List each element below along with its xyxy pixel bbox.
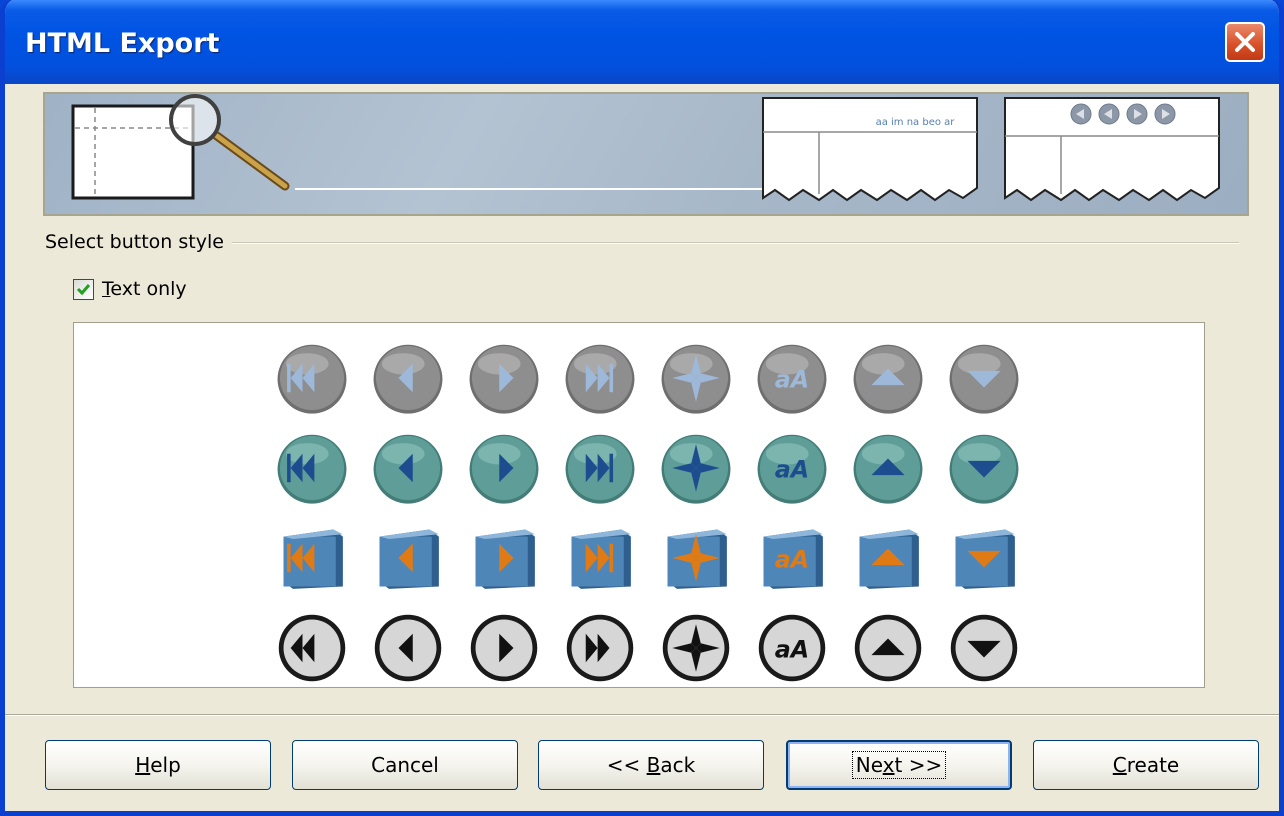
outline-round-navigator-style[interactable] [648, 603, 744, 693]
teal-round-up-style[interactable] [840, 423, 936, 513]
next-icon [469, 434, 539, 504]
blue-cube-down-style[interactable] [936, 513, 1032, 603]
first-icon [277, 344, 347, 414]
button-style-grid: aA aA aA aA [264, 333, 1032, 693]
teal-round-first-style[interactable] [264, 423, 360, 513]
text-size-icon: aA [757, 434, 827, 504]
previous-icon [374, 614, 442, 682]
up-icon [853, 434, 923, 504]
teal-round-navigator-style[interactable] [648, 423, 744, 513]
footer-separator [5, 714, 1279, 716]
gray-round-last-style[interactable] [552, 333, 648, 423]
teal-round-previous-style[interactable] [360, 423, 456, 513]
preview-page-button-nav [1004, 97, 1220, 202]
outline-round-first-style[interactable] [264, 603, 360, 693]
gray-round-navigator-style[interactable] [648, 333, 744, 423]
teal-round-text-size-style[interactable]: aA [744, 423, 840, 513]
up-icon [854, 614, 922, 682]
up-icon [853, 344, 923, 414]
down-icon [950, 614, 1018, 682]
blue-cube-up-style[interactable] [840, 513, 936, 603]
text-only-option[interactable]: Text only [73, 275, 187, 303]
first-icon [278, 614, 346, 682]
previous-icon [373, 344, 443, 414]
outline-round-previous-style[interactable] [360, 603, 456, 693]
teal-round-next-style[interactable] [456, 423, 552, 513]
svg-text:aA: aA [775, 366, 809, 394]
navigator-icon [667, 529, 727, 589]
first-icon [283, 529, 343, 589]
navigator-icon [661, 344, 731, 414]
last-icon [571, 529, 631, 589]
preview-nav-text: aa im na beo ar [876, 117, 956, 128]
navigator-icon [661, 434, 731, 504]
close-button[interactable] [1225, 22, 1265, 62]
svg-text:aA: aA [775, 546, 809, 574]
close-icon [1235, 32, 1255, 52]
text-only-label[interactable]: Text only [102, 278, 187, 300]
last-icon [565, 344, 635, 414]
last-icon [565, 434, 635, 504]
wizard-banner: aa im na beo ar [43, 92, 1249, 216]
preview-page-text-nav: aa im na beo ar [762, 97, 978, 202]
blue-cube-last-style[interactable] [552, 513, 648, 603]
gray-round-up-style[interactable] [840, 333, 936, 423]
outline-round-next-style[interactable] [456, 603, 552, 693]
button-style-panel: aA aA aA aA [73, 322, 1205, 688]
svg-text:aA: aA [775, 456, 809, 484]
outline-round-last-style[interactable] [552, 603, 648, 693]
down-icon [949, 344, 1019, 414]
blue-cube-navigator-style[interactable] [648, 513, 744, 603]
section-label: Select button style [45, 231, 232, 253]
gray-round-down-style[interactable] [936, 333, 1032, 423]
next-icon [469, 344, 539, 414]
next-icon [470, 614, 538, 682]
text-size-icon: aA [757, 344, 827, 414]
teal-round-down-style[interactable] [936, 423, 1032, 513]
blue-cube-previous-style[interactable] [360, 513, 456, 603]
blue-cube-first-style[interactable] [264, 513, 360, 603]
checkmark-icon [76, 283, 91, 295]
create-button[interactable]: Create [1033, 740, 1259, 790]
down-icon [949, 434, 1019, 504]
last-icon [566, 614, 634, 682]
text-size-icon: aA [763, 529, 823, 589]
svg-text:aA: aA [775, 636, 809, 664]
blue-cube-text-size-style[interactable]: aA [744, 513, 840, 603]
text-only-checkbox[interactable] [73, 278, 94, 300]
html-export-dialog: HTML Export aa im na beo ar Select butto… [0, 0, 1284, 816]
previous-icon [373, 434, 443, 504]
help-button[interactable]: Help [45, 740, 271, 790]
previous-icon [379, 529, 439, 589]
text-size-icon: aA [758, 614, 826, 682]
outline-round-text-size-style[interactable]: aA [744, 603, 840, 693]
title-bar[interactable]: HTML Export [5, 0, 1279, 84]
banner-illustration: aa im na beo ar [71, 94, 1220, 202]
next-icon [475, 529, 535, 589]
gray-round-previous-style[interactable] [360, 333, 456, 423]
blue-cube-next-style[interactable] [456, 513, 552, 603]
window-title: HTML Export [25, 28, 220, 59]
gray-round-first-style[interactable] [264, 333, 360, 423]
first-icon [277, 434, 347, 504]
gray-round-text-size-style[interactable]: aA [744, 333, 840, 423]
down-icon [955, 529, 1015, 589]
next-button[interactable]: Next >> [786, 740, 1012, 790]
teal-round-last-style[interactable] [552, 423, 648, 513]
outline-round-down-style[interactable] [936, 603, 1032, 693]
navigator-icon [662, 614, 730, 682]
outline-round-up-style[interactable] [840, 603, 936, 693]
cancel-button[interactable]: Cancel [292, 740, 518, 790]
gray-round-next-style[interactable] [456, 333, 552, 423]
up-icon [859, 529, 919, 589]
back-button[interactable]: << Back [538, 740, 764, 790]
